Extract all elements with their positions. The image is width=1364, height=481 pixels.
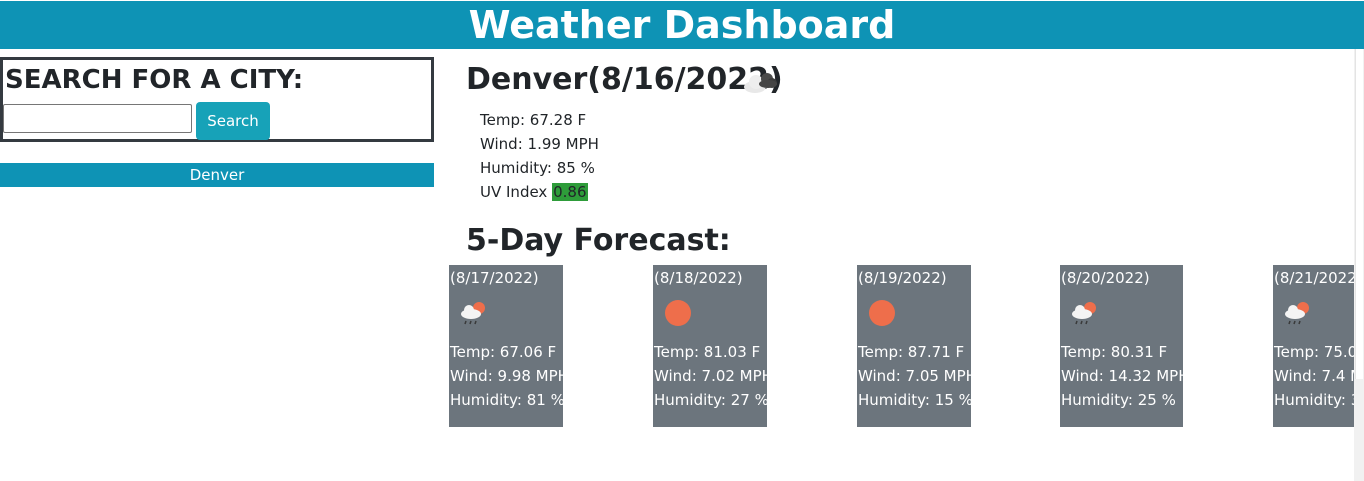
current-humidity: Humidity: 85 % [480, 159, 595, 177]
forecast-wind: Wind: 7.4 MPH [1274, 367, 1354, 385]
uv-index-value: 0.86 [552, 183, 588, 201]
forecast-card: (8/18/2022) Temp: 81.03 F Wind: 7.02 MPH… [653, 265, 767, 427]
forecast-card: (8/19/2022) Temp: 87.71 F Wind: 7.05 MPH… [857, 265, 971, 427]
forecast-wind: Wind: 7.02 MPH [654, 367, 767, 385]
forecast-humidity: Humidity: 25 % [1061, 391, 1176, 409]
forecast-wind: Wind: 7.05 MPH [858, 367, 971, 385]
current-uv-row: UV Index 0.86 [480, 180, 599, 204]
forecast-date: (8/21/2022) [1274, 269, 1354, 287]
page-title: Weather Dashboard [468, 3, 896, 47]
forecast-humidity: Humidity: 39 % [1274, 391, 1354, 409]
uv-index-label: UV Index [480, 183, 548, 201]
forecast-temp: Temp: 75.02 F [1274, 343, 1354, 361]
forecast-temp: Temp: 80.31 F [1061, 343, 1168, 361]
forecast-humidity: Humidity: 15 % [858, 391, 971, 409]
page-scrollbar-thumb[interactable] [1355, 49, 1363, 379]
forecast-humidity: Humidity: 81 % [450, 391, 563, 409]
forecast-temp: Temp: 81.03 F [654, 343, 761, 361]
search-title: SEARCH FOR A CITY: [5, 65, 304, 95]
current-wind: Wind: 1.99 MPH [480, 135, 599, 153]
search-panel: SEARCH FOR A CITY: Search [0, 57, 434, 142]
history-item-denver[interactable]: Denver [0, 163, 434, 187]
forecast-card: (8/17/2022) Temp: 67.06 F Wind: 9.98 MPH… [449, 265, 563, 427]
forecast-title: 5-Day Forecast: [466, 223, 731, 258]
sun-icon [869, 300, 895, 326]
forecast-temp: Temp: 67.06 F [450, 343, 557, 361]
page-header: Weather Dashboard [0, 1, 1364, 49]
city-search-input[interactable] [3, 104, 192, 133]
forecast-temp: Temp: 87.71 F [858, 343, 965, 361]
clouds-icon [744, 73, 777, 93]
sun-rain-icon [1072, 302, 1096, 325]
forecast-humidity: Humidity: 27 % [654, 391, 767, 409]
current-temp: Temp: 67.28 F [480, 111, 587, 129]
sun-icon [665, 300, 691, 326]
forecast-date: (8/18/2022) [654, 269, 743, 287]
forecast-wind: Wind: 14.32 MPH [1061, 367, 1183, 385]
search-button[interactable]: Search [196, 102, 270, 140]
forecast-card: (8/21/2022) Temp: 75.02 F Wind: 7.4 MPH … [1273, 265, 1354, 427]
forecast-date: (8/19/2022) [858, 269, 947, 287]
forecast-card: (8/20/2022) Temp: 80.31 F Wind: 14.32 MP… [1060, 265, 1183, 427]
forecast-wind: Wind: 9.98 MPH [450, 367, 563, 385]
current-city-title: Denver(8/16/2022) [466, 62, 783, 97]
sun-rain-icon [461, 302, 485, 325]
sun-rain-icon [1285, 302, 1309, 325]
forecast-date: (8/20/2022) [1061, 269, 1150, 287]
forecast-date: (8/17/2022) [450, 269, 539, 287]
current-weather-details: Temp: 67.28 F Wind: 1.99 MPH Humidity: 8… [480, 108, 599, 204]
